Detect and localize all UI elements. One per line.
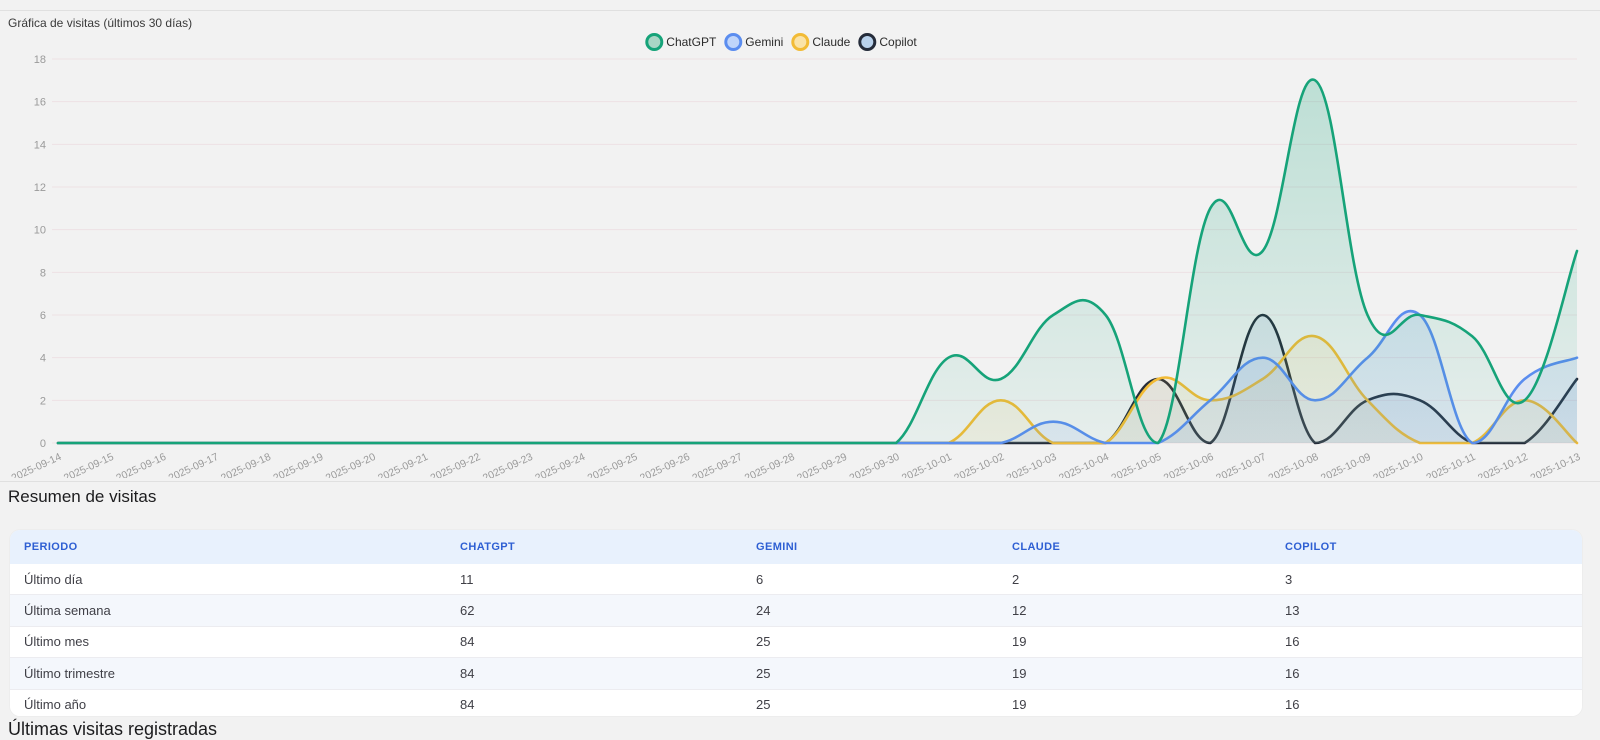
svg-text:2025-09-30: 2025-09-30 <box>848 451 902 478</box>
legend-item-claude[interactable]: Claude <box>791 33 850 51</box>
value-cell: 3 <box>1271 572 1582 587</box>
summary-table-header: Periodo ChatGPT Gemini Claude Copilot <box>10 530 1582 564</box>
svg-text:12: 12 <box>34 182 46 194</box>
legend-label: Gemini <box>745 35 783 49</box>
svg-text:2025-09-15: 2025-09-15 <box>62 451 116 478</box>
svg-text:2025-09-21: 2025-09-21 <box>376 451 430 478</box>
table-row: Última semana 62 24 12 13 <box>10 594 1582 625</box>
svg-text:2025-10-06: 2025-10-06 <box>1162 451 1216 478</box>
period-cell: Último trimestre <box>10 666 446 681</box>
svg-text:2025-09-17: 2025-09-17 <box>167 451 221 478</box>
value-cell: 11 <box>446 572 742 587</box>
value-cell: 19 <box>998 666 1271 681</box>
visits-area-chart: 0246810121416182025-09-142025-09-152025-… <box>0 0 1600 478</box>
x-axis-labels: 2025-09-142025-09-152025-09-162025-09-17… <box>10 451 1583 478</box>
svg-text:10: 10 <box>34 225 46 237</box>
value-cell: 62 <box>446 603 742 618</box>
legend-item-copilot[interactable]: Copilot <box>858 33 916 51</box>
chart-legend: ChatGPT Gemini Claude Copilot <box>645 33 916 51</box>
header-claude: Claude <box>998 541 1271 553</box>
svg-text:2025-09-14: 2025-09-14 <box>10 451 64 478</box>
value-cell: 84 <box>446 697 742 712</box>
svg-text:2025-09-22: 2025-09-22 <box>429 451 483 478</box>
svg-text:2025-10-08: 2025-10-08 <box>1267 451 1321 478</box>
y-axis-labels: 0 2 4 6 8 10 12 14 16 18 <box>34 54 46 450</box>
header-gemini: Gemini <box>742 541 998 553</box>
svg-text:0: 0 <box>40 438 46 450</box>
svg-text:2025-10-05: 2025-10-05 <box>1109 451 1163 478</box>
svg-text:2: 2 <box>40 395 46 407</box>
svg-text:2025-09-28: 2025-09-28 <box>743 451 797 478</box>
chatgpt-point-icon <box>645 33 663 51</box>
svg-text:14: 14 <box>34 139 46 151</box>
svg-text:2025-09-25: 2025-09-25 <box>586 451 640 478</box>
svg-text:2025-10-04: 2025-10-04 <box>1057 451 1111 478</box>
summary-table-body: Último día 11 6 2 3 Última semana 62 24 … <box>10 564 1582 716</box>
svg-text:2025-10-12: 2025-10-12 <box>1476 451 1530 478</box>
legend-label: ChatGPT <box>666 35 716 49</box>
svg-text:2025-09-19: 2025-09-19 <box>271 451 325 478</box>
series-chatgpt-area <box>58 80 1577 443</box>
table-row: Último mes 84 25 19 16 <box>10 626 1582 657</box>
svg-text:2025-10-03: 2025-10-03 <box>1005 451 1059 478</box>
value-cell: 13 <box>1271 603 1582 618</box>
value-cell: 84 <box>446 666 742 681</box>
svg-text:16: 16 <box>34 97 46 109</box>
svg-text:2025-09-26: 2025-09-26 <box>638 451 692 478</box>
svg-text:2025-10-07: 2025-10-07 <box>1214 451 1268 478</box>
svg-text:2025-09-20: 2025-09-20 <box>324 451 378 478</box>
svg-text:2025-09-18: 2025-09-18 <box>219 451 273 478</box>
value-cell: 25 <box>742 666 998 681</box>
value-cell: 2 <box>998 572 1271 587</box>
legend-label: Claude <box>812 35 850 49</box>
period-cell: Último año <box>10 697 446 712</box>
value-cell: 19 <box>998 634 1271 649</box>
value-cell: 19 <box>998 697 1271 712</box>
svg-text:6: 6 <box>40 310 46 322</box>
value-cell: 16 <box>1271 697 1582 712</box>
table-row: Último día 11 6 2 3 <box>10 564 1582 594</box>
svg-text:2025-10-02: 2025-10-02 <box>952 451 1006 478</box>
value-cell: 25 <box>742 697 998 712</box>
copilot-point-icon <box>858 33 876 51</box>
svg-text:18: 18 <box>34 54 46 66</box>
period-cell: Último mes <box>10 634 446 649</box>
legend-label: Copilot <box>879 35 916 49</box>
svg-text:2025-10-09: 2025-10-09 <box>1319 451 1373 478</box>
svg-text:2025-09-24: 2025-09-24 <box>533 451 587 478</box>
svg-text:2025-10-10: 2025-10-10 <box>1371 451 1425 478</box>
summary-table: Periodo ChatGPT Gemini Claude Copilot Úl… <box>10 530 1582 716</box>
svg-text:2025-10-13: 2025-10-13 <box>1529 451 1583 478</box>
svg-text:2025-09-29: 2025-09-29 <box>795 451 849 478</box>
header-copilot: Copilot <box>1271 541 1582 553</box>
svg-text:2025-10-01: 2025-10-01 <box>900 451 954 478</box>
value-cell: 12 <box>998 603 1271 618</box>
value-cell: 6 <box>742 572 998 587</box>
series-chatgpt <box>58 80 1577 443</box>
svg-text:2025-09-27: 2025-09-27 <box>690 451 744 478</box>
table-row: Último año 84 25 19 16 <box>10 689 1582 716</box>
value-cell: 16 <box>1271 666 1582 681</box>
summary-heading: Resumen de visitas <box>8 487 156 507</box>
svg-text:2025-09-16: 2025-09-16 <box>114 451 168 478</box>
value-cell: 16 <box>1271 634 1582 649</box>
value-cell: 84 <box>446 634 742 649</box>
header-periodo: Periodo <box>10 541 446 553</box>
svg-text:8: 8 <box>40 267 46 279</box>
period-cell: Último día <box>10 572 446 587</box>
value-cell: 24 <box>742 603 998 618</box>
period-cell: Última semana <box>10 603 446 618</box>
header-chatgpt: ChatGPT <box>446 541 742 553</box>
value-cell: 25 <box>742 634 998 649</box>
latest-visits-heading: Últimas visitas registradas <box>8 719 217 740</box>
legend-item-gemini[interactable]: Gemini <box>724 33 783 51</box>
claude-point-icon <box>791 33 809 51</box>
svg-text:2025-09-23: 2025-09-23 <box>481 451 535 478</box>
svg-text:4: 4 <box>40 353 46 365</box>
gemini-point-icon <box>724 33 742 51</box>
svg-text:2025-10-11: 2025-10-11 <box>1424 451 1477 478</box>
legend-item-chatgpt[interactable]: ChatGPT <box>645 33 716 51</box>
table-row: Último trimestre 84 25 19 16 <box>10 657 1582 688</box>
section-divider <box>0 481 1600 482</box>
